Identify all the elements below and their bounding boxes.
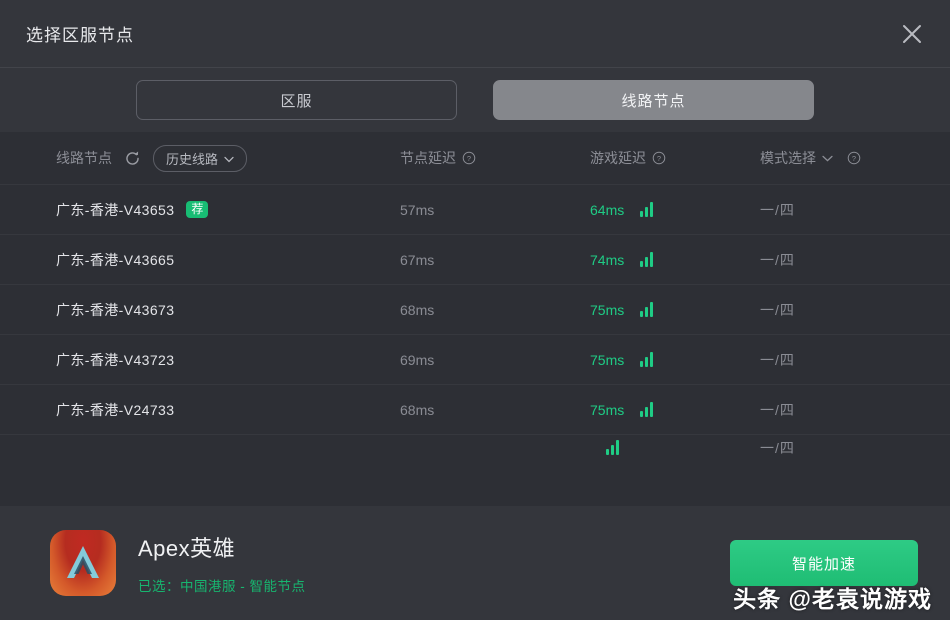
chevron-down-icon[interactable] — [822, 155, 833, 162]
game-delay-value: 64ms — [590, 201, 625, 218]
signal-bars-icon — [640, 252, 654, 267]
node-delay-value: 69ms — [400, 351, 435, 368]
table-row[interactable]: 广东-香港-V43673 68ms 75ms 一/四 — [0, 284, 950, 334]
help-icon[interactable]: ? — [462, 151, 476, 165]
node-delay-value: 68ms — [400, 401, 435, 418]
tab-route-node[interactable]: 线路节点 — [493, 80, 814, 120]
dialog-titlebar: 选择区服节点 — [0, 0, 950, 68]
smart-accelerate-label: 智能加速 — [791, 555, 856, 573]
node-name: 广东-香港-V43673 — [56, 301, 175, 318]
signal-bars-icon — [640, 402, 654, 417]
game-delay-cell: 74ms — [590, 252, 760, 268]
tab-bar: 区服 线路节点 — [0, 68, 950, 132]
node-name: 广东-香港-V43653 — [56, 201, 175, 218]
game-delay-value: 75ms — [590, 301, 625, 318]
svg-text:?: ? — [852, 154, 856, 163]
header-game-delay-cell: 游戏延迟 ? — [590, 148, 760, 168]
close-button[interactable] — [892, 14, 932, 54]
game-title: Apex英雄 — [138, 536, 236, 561]
row-node-cell: 广东-香港-V43673 — [0, 300, 400, 320]
row-node-cell: 广东-香港-V24733 — [0, 400, 400, 420]
row-node-cell: 广东-香港-V43723 — [0, 350, 400, 370]
node-name: 广东-香港-V43665 — [56, 251, 175, 268]
table-row[interactable]: 广东-香港-V24733 68ms 75ms 一/四 — [0, 384, 950, 434]
close-icon — [901, 23, 923, 45]
header-node-cell: 线路节点 历史线路 — [0, 144, 400, 172]
help-icon[interactable]: ? — [652, 151, 666, 165]
mode-value: 一/四 — [760, 351, 795, 368]
header-game-delay-label: 游戏延迟 — [590, 150, 646, 166]
history-route-label: 历史线路 — [166, 151, 219, 167]
signal-bars-icon — [640, 352, 654, 367]
tab-region[interactable]: 区服 — [136, 80, 457, 120]
svg-text:?: ? — [467, 154, 471, 163]
recommended-badge: 荐 — [186, 200, 209, 219]
signal-bars-icon — [640, 202, 654, 217]
table-row[interactable]: 广东-香港-V43723 69ms 75ms 一/四 — [0, 334, 950, 384]
table-row[interactable]: 一/四 — [0, 434, 950, 460]
header-mode-cell: 模式选择 ? — [760, 148, 950, 168]
tab-region-label: 区服 — [280, 92, 313, 110]
game-delay-value: 75ms — [590, 401, 625, 418]
row-node-cell: 广东-香港-V43665 — [0, 250, 400, 270]
mode-value: 一/四 — [760, 401, 795, 418]
header-node-delay-cell: 节点延迟 ? — [400, 148, 590, 168]
tab-route-node-label: 线路节点 — [621, 92, 686, 110]
history-route-dropdown[interactable]: 历史线路 — [153, 144, 248, 172]
select-server-node-dialog: 选择区服节点 区服 线路节点 线路节点 历史线路 节点延迟 ? 游戏延迟 ? 模… — [0, 0, 950, 620]
chevron-down-icon — [224, 151, 234, 166]
mode-value: 一/四 — [760, 251, 795, 268]
node-delay-value: 68ms — [400, 301, 435, 318]
node-delay-value: 67ms — [400, 251, 435, 268]
game-info: Apex英雄 已选：中国港服 - 智能节点 — [138, 531, 306, 595]
header-node-label: 线路节点 — [56, 150, 112, 166]
watermark: 头条 @老袁说游戏 — [733, 586, 932, 612]
game-delay-value: 74ms — [590, 251, 625, 268]
help-icon[interactable]: ? — [847, 151, 861, 165]
refresh-icon[interactable] — [124, 150, 141, 167]
svg-text:?: ? — [657, 154, 661, 163]
game-delay-cell — [590, 440, 760, 455]
table-row[interactable]: 广东-香港-V43653 荐 57ms 64ms 一/四 — [0, 184, 950, 234]
header-mode-label: 模式选择 — [760, 150, 816, 166]
table-header-row: 线路节点 历史线路 节点延迟 ? 游戏延迟 ? 模式选择 ? — [0, 132, 950, 184]
table-row[interactable]: 广东-香港-V43665 67ms 74ms 一/四 — [0, 234, 950, 284]
node-delay-value: 57ms — [400, 201, 435, 218]
mode-value: 一/四 — [760, 201, 795, 218]
selected-server-text: 已选：中国港服 - 智能节点 — [138, 579, 306, 594]
signal-bars-icon — [640, 302, 654, 317]
node-name: 广东-香港-V24733 — [56, 401, 175, 418]
page-title: 选择区服节点 — [26, 26, 134, 45]
game-delay-cell: 64ms — [590, 202, 760, 218]
node-name: 广东-香港-V43723 — [56, 351, 175, 368]
mode-value: 一/四 — [760, 301, 795, 318]
game-delay-cell: 75ms — [590, 352, 760, 368]
apex-legends-icon — [50, 530, 116, 596]
game-delay-value: 75ms — [590, 351, 625, 368]
mode-value: 一/四 — [760, 439, 795, 456]
row-node-cell: 广东-香港-V43653 荐 — [0, 200, 400, 220]
game-delay-cell: 75ms — [590, 302, 760, 318]
signal-bars-icon — [606, 440, 619, 455]
game-delay-cell: 75ms — [590, 402, 760, 418]
footer-bar: Apex英雄 已选：中国港服 - 智能节点 智能加速 头条 @老袁说游戏 — [0, 506, 950, 620]
header-node-delay-label: 节点延迟 — [400, 150, 456, 166]
node-table: 线路节点 历史线路 节点延迟 ? 游戏延迟 ? 模式选择 ? 广东-香港-V43… — [0, 132, 950, 506]
